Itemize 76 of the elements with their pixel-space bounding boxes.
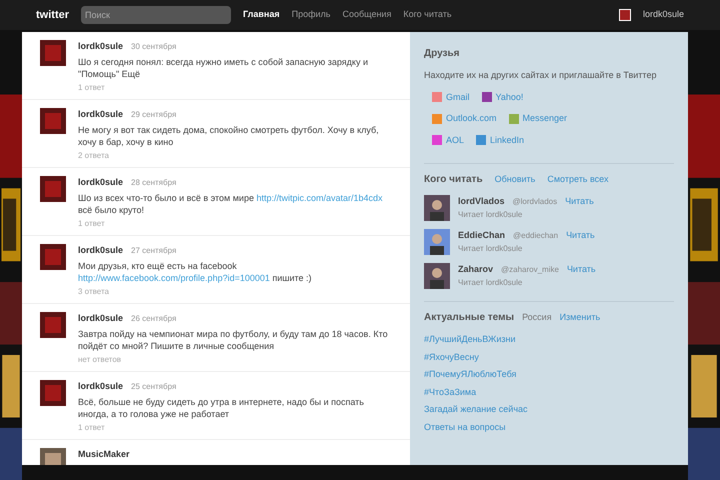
friends-title: Друзья xyxy=(424,47,460,61)
tweet-text: Не могу я вот так сидеть дома, спокойно смотреть футбол. Хочу в клуб, хочу в бар, хочу в кино xyxy=(78,124,380,148)
tweet-author[interactable]: lordk0sule xyxy=(78,108,124,122)
service-link[interactable]: LinkedIn xyxy=(490,134,524,147)
service-link[interactable]: Yahoo! xyxy=(496,90,524,104)
user-avatar-icon[interactable] xyxy=(618,9,631,21)
tweet-time: 28 сентября xyxy=(131,177,176,189)
logo[interactable]: twitter xyxy=(36,6,69,24)
tweet-meta[interactable]: 1 ответ xyxy=(78,422,392,434)
nav-tab[interactable]: Кого читать xyxy=(403,8,452,22)
tweet-text: Всё, больше не буду сидеть до утра в интернете, надо бы и поспать иногда, а то голова уже не работает xyxy=(78,396,365,420)
tweet-author[interactable]: lordk0sule xyxy=(78,312,124,326)
trends-change-link[interactable]: Изменить xyxy=(560,311,600,324)
nav-tab[interactable]: Профиль xyxy=(292,8,330,22)
tweet-link[interactable]: http://www.facebook.com/profile.php?id=100001 xyxy=(78,272,270,282)
tweet-text: Завтра пойду на чемпионат мира по футболу, и буду там до 18 часов. Кто пойдёт со мной? Пишите в личные сообщения xyxy=(78,328,389,352)
follow-button[interactable]: Читать xyxy=(566,263,596,276)
tweet-text: Шо из всех что-то было и всё в этом мире http://twitpic.com/avatar/1b4cdx всё было круто! xyxy=(78,192,384,216)
follow-action-link[interactable]: Смотреть всех xyxy=(547,173,608,186)
tweet-time: 25 сентября xyxy=(131,381,176,393)
person-handle: @lordvlados xyxy=(512,196,558,208)
person-handle: @eddiechan xyxy=(513,230,558,242)
tweet-author[interactable]: lordk0sule xyxy=(78,40,124,54)
tweet-text: Шо я сегодня понял: всегда нужно иметь с собой запасную зарядку и "Помощь" Ещё xyxy=(78,56,369,80)
person-subtitle: Читает lordk0sule xyxy=(458,276,524,288)
tweet-author[interactable]: lordk0sule xyxy=(78,380,124,394)
avatar-icon xyxy=(424,195,450,221)
follow-title: Кого читать xyxy=(424,173,483,187)
follow-action-link[interactable]: Обновить xyxy=(494,173,536,186)
tweet-author[interactable]: lordk0sule xyxy=(78,176,124,190)
service-link[interactable]: Messenger xyxy=(522,112,568,126)
tweet-time: 30 сентября xyxy=(131,41,176,53)
follow-button[interactable]: Читать xyxy=(566,229,595,242)
trends-region: Россия xyxy=(522,311,552,324)
service-link[interactable]: Outlook.com xyxy=(446,112,497,126)
avatar-icon xyxy=(424,263,450,289)
tweet-time: 29 сентября xyxy=(131,109,176,121)
person-name[interactable]: EddieChan xyxy=(458,229,506,242)
tweet-text: Мои друзья, кто ещё есть на facebook http://www.facebook.com/profile.php?id=100001 пишите :) xyxy=(78,260,313,284)
person-handle: @zaharov_mike xyxy=(501,264,559,276)
user-menu[interactable]: lordk0sule xyxy=(642,8,684,22)
trend-link[interactable]: Ответы на вопросы xyxy=(424,420,674,434)
service-link[interactable]: Gmail xyxy=(446,90,470,104)
person-name[interactable]: Zaharov xyxy=(458,263,494,276)
trend-link[interactable]: #ЛучшийДеньВЖизни xyxy=(424,333,674,346)
avatar-icon xyxy=(40,176,66,202)
trend-link[interactable]: #ЧтоЗаЗима xyxy=(424,386,674,399)
person-subtitle: Читает lordk0sule xyxy=(458,208,524,220)
person-name[interactable]: lordVlados xyxy=(458,195,505,208)
tweet-author[interactable]: MusicMaker xyxy=(78,448,130,462)
trend-link[interactable]: #ПочемуЯЛюблюТебя xyxy=(424,368,674,382)
avatar-icon xyxy=(40,380,66,406)
avatar-icon xyxy=(424,229,450,255)
avatar-icon xyxy=(40,108,66,134)
service-link[interactable]: AOL xyxy=(446,134,464,147)
tweet-time: 26 сентября xyxy=(131,313,176,325)
avatar-icon xyxy=(40,312,66,338)
search-field[interactable]: Поиск xyxy=(81,6,231,24)
nav-tab[interactable]: Главная xyxy=(243,8,280,22)
tweet-time: 27 сентября xyxy=(131,245,176,257)
follow-button[interactable]: Читать xyxy=(565,195,594,208)
tweet-link[interactable]: http://twitpic.com/avatar/1b4cdx xyxy=(256,192,383,202)
friends-text: Находите их на других сайтах и приглашайте в Твиттер xyxy=(424,69,658,82)
avatar-icon xyxy=(40,40,66,66)
trend-link[interactable]: #ЯхочуВеснy xyxy=(424,350,674,364)
trends-title: Актуальные темы xyxy=(424,311,514,325)
tweet-meta[interactable]: 2 ответа xyxy=(78,150,392,162)
tweet-meta[interactable]: 1 ответ xyxy=(78,82,392,94)
tweet-author[interactable]: lordk0sule xyxy=(78,244,124,258)
tweet-meta[interactable]: 1 ответ xyxy=(78,218,392,230)
trend-link[interactable]: Загадай желание сейчас xyxy=(424,403,674,416)
tweet-meta[interactable]: нет ответов xyxy=(78,354,392,366)
person-subtitle: Читает lordk0sule xyxy=(458,242,524,254)
avatar-icon xyxy=(40,244,66,270)
nav-tab[interactable]: Сообщения xyxy=(342,8,392,22)
tweet-meta[interactable]: 3 ответа xyxy=(78,286,392,298)
